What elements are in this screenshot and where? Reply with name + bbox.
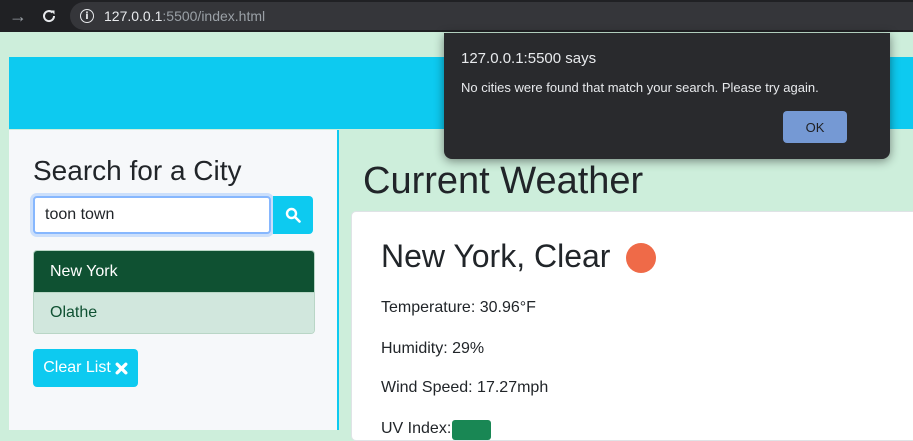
- site-info-icon[interactable]: i: [80, 9, 94, 23]
- reload-icon[interactable]: [37, 4, 61, 28]
- clear-list-label: Clear List: [43, 359, 111, 376]
- browser-toolbar: → i 127.0.0.1:5500/index.html: [0, 0, 913, 32]
- weather-condition-icon: [626, 243, 656, 273]
- temperature-text: Temperature: 30.96°F: [381, 299, 536, 316]
- humidity-text: Humidity: 29%: [381, 340, 485, 357]
- url-path: :5500/index.html: [162, 8, 266, 24]
- dialog-title: 127.0.0.1:5500 says: [461, 50, 597, 67]
- search-button[interactable]: [273, 196, 313, 234]
- city-item-olathe[interactable]: Olathe: [34, 292, 314, 333]
- address-bar[interactable]: i 127.0.0.1:5500/index.html: [70, 2, 913, 30]
- wind-speed-text: Wind Speed: 17.27mph: [381, 379, 549, 396]
- dialog-message: No cities were found that match your sea…: [461, 80, 819, 95]
- dialog-ok-button[interactable]: OK: [783, 111, 847, 143]
- clear-list-button[interactable]: Clear List: [33, 349, 138, 387]
- search-icon: [285, 207, 301, 223]
- uv-index-badge: [452, 420, 491, 440]
- alert-dialog: 127.0.0.1:5500 says No cities were found…: [444, 33, 890, 159]
- search-sidebar: Search for a City New York Olathe Clear …: [9, 130, 339, 430]
- city-history-list: New York Olathe: [33, 250, 315, 334]
- search-heading: Search for a City: [33, 155, 242, 186]
- back-arrow-icon[interactable]: →: [6, 4, 30, 28]
- url-text[interactable]: 127.0.0.1:5500/index.html: [104, 8, 265, 24]
- uv-index-label: UV Index:: [381, 420, 452, 437]
- reload-icon-glyph: [43, 10, 56, 23]
- url-host: 127.0.0.1: [104, 8, 163, 24]
- close-icon: [115, 362, 128, 374]
- page-title: Current Weather: [363, 160, 644, 202]
- city-search-input[interactable]: [33, 196, 271, 234]
- current-weather-card: New York, Clear Temperature: 30.96°F Hum…: [351, 211, 913, 441]
- city-weather-heading: New York, Clear: [381, 238, 611, 274]
- city-item-new-york[interactable]: New York: [34, 251, 314, 292]
